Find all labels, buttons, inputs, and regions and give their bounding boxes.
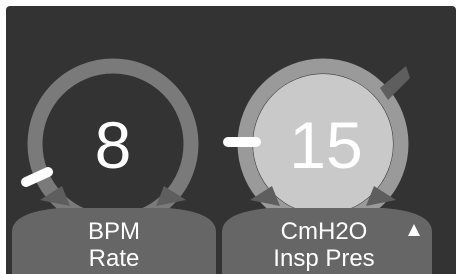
insp-pres-unit: CmH2O bbox=[281, 218, 368, 245]
insp-pres-label: Insp Pres bbox=[273, 245, 374, 272]
rate-label: Rate bbox=[89, 245, 140, 272]
rate-value: 8 bbox=[95, 108, 132, 182]
rate-knob[interactable]: 8 BPM Rate bbox=[0, 0, 230, 274]
insp-pres-knob[interactable]: 15 CmH2O Insp Pres bbox=[222, 0, 458, 274]
ventilator-screen: 8 BPM Rate 15 CmH2O Insp Pres bbox=[0, 0, 458, 274]
insp-pres-value: 15 bbox=[289, 108, 362, 182]
rate-unit: BPM bbox=[88, 218, 140, 245]
